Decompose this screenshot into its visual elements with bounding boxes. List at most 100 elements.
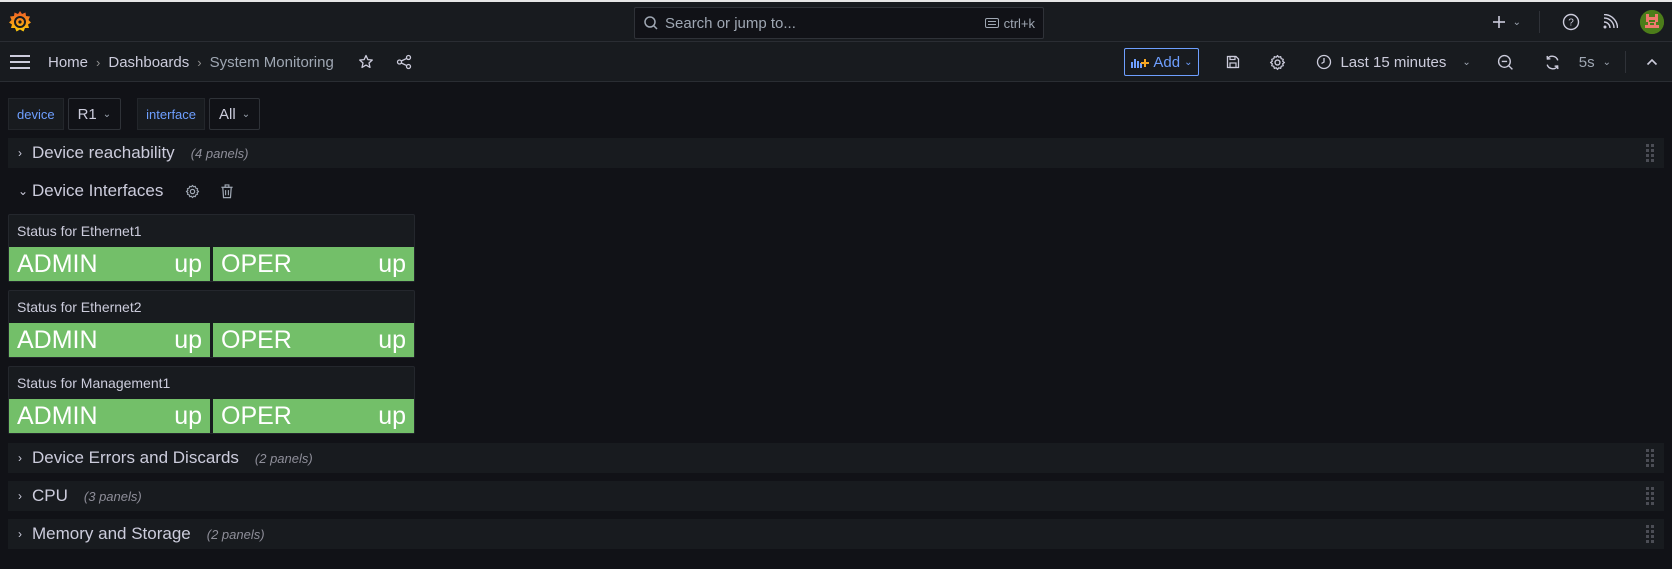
time-range-picker[interactable]: Last 15 minutes ⌄ <box>1316 54 1471 71</box>
stat-oper: OPER up <box>213 247 414 281</box>
chevron-right-icon: › <box>18 146 22 160</box>
drag-handle-icon[interactable] <box>1646 144 1656 162</box>
row-panel-count: (2 panels) <box>206 526 265 542</box>
stat-panel[interactable]: Status for Ethernet1 ADMIN up OPER up <box>8 214 415 282</box>
stat-value: up <box>378 325 406 354</box>
chevron-right-icon: › <box>18 489 22 503</box>
variable-value: All <box>219 105 236 123</box>
svg-text:?: ? <box>1568 18 1574 29</box>
refresh-interval-picker[interactable]: 5s ⌄ <box>1579 54 1611 71</box>
search-placeholder: Search or jump to... <box>665 14 796 32</box>
breadcrumb-home[interactable]: Home <box>48 54 88 71</box>
add-button-label: Add <box>1153 53 1181 71</box>
news-button[interactable] <box>1602 14 1618 30</box>
template-variables: device R1 ⌄ interface All ⌄ <box>8 98 261 130</box>
drag-handle-icon[interactable] <box>1646 487 1656 505</box>
stat-value: up <box>174 249 202 278</box>
gear-icon <box>1270 54 1286 70</box>
chevron-down-icon: ⌄ <box>1602 56 1611 68</box>
add-button[interactable]: Add ⌄ <box>1124 48 1200 76</box>
search-bar[interactable]: Search or jump to... ctrl+k <box>634 7 1044 39</box>
clock-icon <box>1317 54 1332 70</box>
help-icon: ? <box>1562 13 1580 31</box>
variable-label-interface: interface <box>137 98 206 130</box>
dashboard-nav-bar: Home › Dashboards › System Monitoring Ad… <box>0 42 1672 82</box>
row-title: Memory and Storage <box>32 524 191 543</box>
drag-handle-icon[interactable] <box>1646 449 1656 467</box>
variable-select-interface[interactable]: All ⌄ <box>209 98 261 130</box>
save-icon <box>1227 55 1240 69</box>
stat-admin: ADMIN up <box>9 247 210 281</box>
menu-icon[interactable] <box>10 54 30 70</box>
keyboard-icon <box>984 18 999 28</box>
variable-value: R1 <box>77 105 97 123</box>
panel-title: Status for Ethernet1 <box>17 223 142 239</box>
panel-title: Status for Ethernet2 <box>17 299 142 315</box>
stat-value: up <box>378 249 406 278</box>
row-device-errors-discards[interactable]: › Device Errors and Discards (2 panels) <box>8 443 1664 473</box>
dashboard-settings-button[interactable] <box>1269 54 1286 71</box>
chevron-right-icon: › <box>18 451 22 465</box>
zoom-out-button[interactable] <box>1497 54 1514 71</box>
row-memory-storage[interactable]: › Memory and Storage (2 panels) <box>8 519 1664 549</box>
stat-value: up <box>174 401 202 430</box>
variable-label-device: device <box>8 98 64 130</box>
star-icon <box>358 54 373 69</box>
stat-admin: ADMIN up <box>9 323 210 357</box>
chevron-down-icon: ⌄ <box>1462 56 1471 68</box>
plus-icon <box>1492 16 1505 28</box>
row-title: Device reachability <box>32 143 175 162</box>
stat-value: up <box>378 401 406 430</box>
star-button[interactable] <box>358 54 374 70</box>
row-device-reachability[interactable]: › Device reachability (4 panels) <box>8 138 1664 168</box>
trash-icon[interactable] <box>220 183 234 199</box>
row-title: Device Errors and Discards <box>32 448 239 467</box>
zoom-out-icon <box>1497 54 1513 70</box>
row-panel-count: (2 panels) <box>254 450 313 466</box>
breadcrumb-dashboards[interactable]: Dashboards <box>108 54 189 71</box>
chevron-up-icon <box>1646 58 1658 66</box>
divider <box>1625 51 1626 73</box>
row-device-interfaces[interactable]: ⌄ Device Interfaces <box>8 176 1664 206</box>
chevron-down-icon: ⌄ <box>241 108 251 120</box>
breadcrumb-current: System Monitoring <box>209 53 334 71</box>
stat-value: up <box>174 325 202 354</box>
stat-name: OPER <box>221 249 292 278</box>
row-panel-count: (4 panels) <box>190 145 249 161</box>
refresh-button[interactable] <box>1544 54 1561 71</box>
search-icon <box>644 16 658 30</box>
grafana-logo[interactable] <box>8 10 32 34</box>
nav-right-actions: Add ⌄ Last 15 minutes ⌄ 5s ⌄ <box>1124 42 1672 82</box>
divider <box>1539 11 1540 33</box>
stat-name: OPER <box>221 401 292 430</box>
row-title: CPU <box>32 486 68 505</box>
variable-select-device[interactable]: R1 ⌄ <box>67 98 122 130</box>
share-icon <box>396 54 411 70</box>
stat-name: ADMIN <box>17 325 98 354</box>
top-bar: Search or jump to... ctrl+k ⌄ ? <box>0 0 1672 42</box>
chevron-down-icon: ⌄ <box>1512 16 1521 28</box>
stat-panel[interactable]: Status for Management1 ADMIN up OPER up <box>8 366 415 434</box>
stat-panel[interactable]: Status for Ethernet2 ADMIN up OPER up <box>8 290 415 358</box>
stat-oper: OPER up <box>213 323 414 357</box>
help-button[interactable]: ? <box>1562 13 1580 31</box>
collapse-header-button[interactable] <box>1646 58 1658 66</box>
save-dashboard-button[interactable] <box>1225 54 1241 70</box>
stat-name: ADMIN <box>17 249 98 278</box>
add-panel-icon <box>1131 59 1150 68</box>
row-settings-icon[interactable] <box>185 184 200 199</box>
new-menu-button[interactable]: ⌄ <box>1491 14 1521 30</box>
news-feed-icon <box>1603 14 1618 29</box>
share-button[interactable] <box>396 54 412 70</box>
row-panel-count: (3 panels) <box>83 488 142 504</box>
chevron-down-icon: ⌄ <box>18 184 29 198</box>
refresh-interval-label: 5s <box>1578 53 1595 71</box>
row-actions <box>185 183 234 199</box>
row-cpu[interactable]: › CPU (3 panels) <box>8 481 1664 511</box>
user-avatar[interactable] <box>1640 10 1664 34</box>
chevron-right-icon: › <box>18 527 22 541</box>
drag-handle-icon[interactable] <box>1646 525 1656 543</box>
stat-name: OPER <box>221 325 292 354</box>
breadcrumb-separator-icon: › <box>96 54 101 70</box>
shortcut-text: ctrl+k <box>1003 15 1035 31</box>
